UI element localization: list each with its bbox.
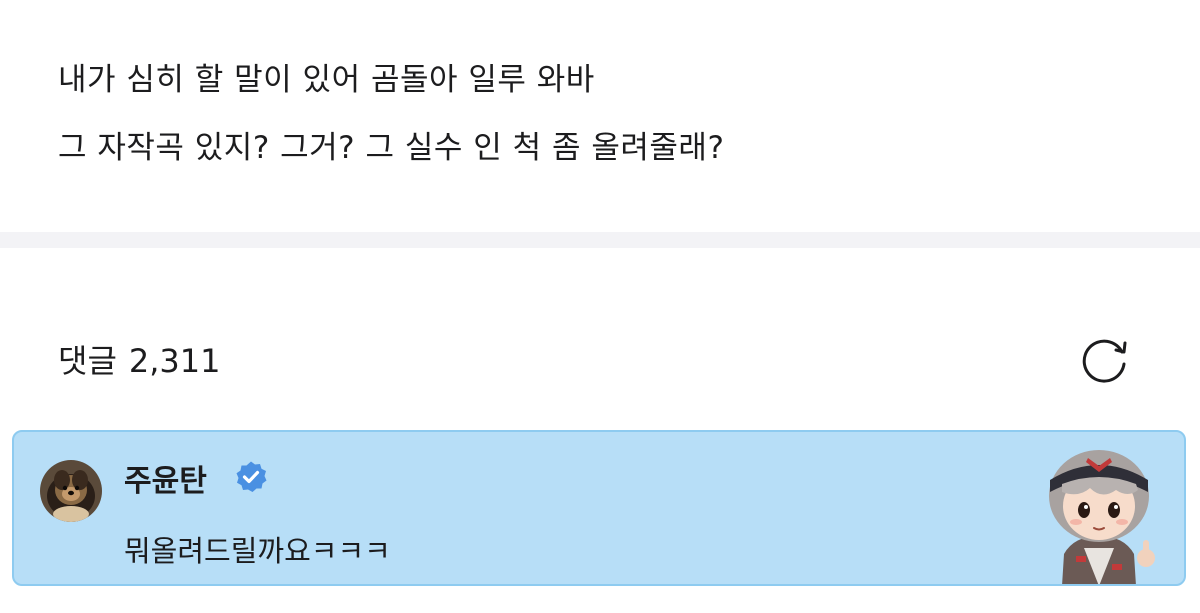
post-text-line-1: 내가 심히 할 말이 있어 곰돌아 일루 와바 xyxy=(58,62,595,98)
comments-header: 댓글 2,311 xyxy=(0,248,1200,428)
comments-label: 댓글 xyxy=(58,342,117,380)
refresh-button[interactable] xyxy=(1076,330,1136,390)
refresh-icon xyxy=(1082,339,1127,383)
comments-title: 댓글 2,311 xyxy=(58,336,221,382)
comment-text: 뭐올려드릴까요ㅋㅋㅋ xyxy=(124,534,391,568)
highlighted-comment[interactable]: 주윤탄 뭐올려드릴까요ㅋㅋㅋ xyxy=(12,430,1186,586)
commenter-avatar[interactable] xyxy=(40,460,102,522)
dog-avatar-icon xyxy=(40,460,102,522)
comments-count: 2,311 xyxy=(128,342,221,380)
post-body: 내가 심히 할 말이 있어 곰돌아 일루 와바 그 자작곡 있지? 그거? 그 … xyxy=(0,0,1200,232)
section-divider xyxy=(0,232,1200,248)
verified-badge-icon xyxy=(236,461,267,492)
character-sticker-icon xyxy=(1049,450,1155,584)
character-sticker xyxy=(1024,436,1174,584)
commenter-name[interactable]: 주윤탄 xyxy=(124,456,207,500)
post-text-line-2: 그 자작곡 있지? 그거? 그 실수 인 척 좀 올려줄래? xyxy=(58,130,725,166)
